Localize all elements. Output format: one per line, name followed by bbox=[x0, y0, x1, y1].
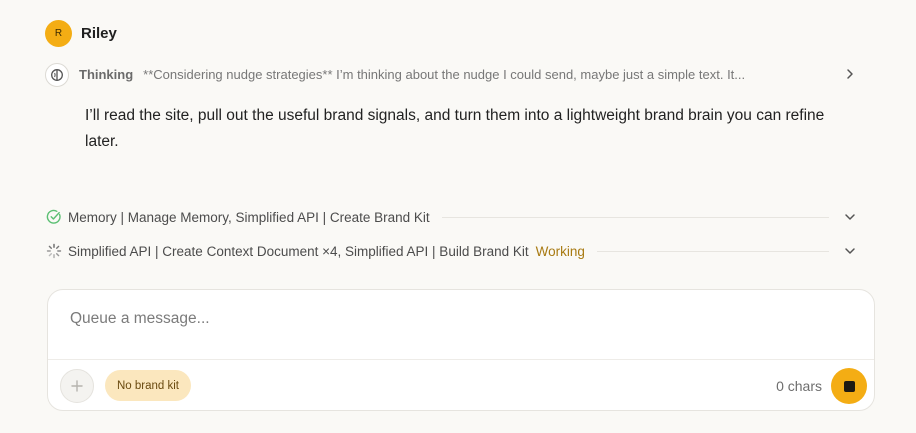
chevron-right-icon[interactable] bbox=[843, 66, 857, 87]
user-name: Riley bbox=[81, 25, 117, 42]
check-circle-icon bbox=[45, 208, 63, 226]
message-input[interactable] bbox=[70, 310, 850, 328]
stop-button[interactable] bbox=[831, 368, 867, 404]
spinner-icon bbox=[45, 242, 63, 260]
thinking-label: Thinking bbox=[79, 67, 134, 82]
status-badge: Working bbox=[535, 243, 585, 259]
tool-row-label: Simplified API | Create Context Document… bbox=[68, 243, 529, 259]
tool-row-simplified-api[interactable]: Simplified API | Create Context Document… bbox=[45, 239, 857, 263]
divider-line bbox=[48, 359, 874, 360]
stop-icon bbox=[843, 380, 855, 392]
assistant-message: I’ll read the site, pull out the useful … bbox=[85, 107, 825, 150]
avatar: R bbox=[45, 20, 72, 47]
add-button[interactable] bbox=[60, 369, 94, 403]
brain-icon bbox=[45, 62, 69, 87]
chat-page: R Riley Thinking **Considering nudge str… bbox=[0, 0, 916, 433]
brand-kit-chip[interactable]: No brand kit bbox=[105, 370, 192, 401]
tool-row-label: Memory | Manage Memory, Simplified API |… bbox=[68, 209, 430, 225]
message-composer: No brand kit 0 chars bbox=[47, 289, 875, 411]
chevron-down-icon[interactable] bbox=[843, 210, 857, 224]
thinking-preview: **Considering nudge strategies** I’m thi… bbox=[143, 67, 746, 82]
user-header: R Riley bbox=[45, 20, 117, 47]
divider-line bbox=[441, 216, 829, 218]
chevron-down-icon[interactable] bbox=[843, 244, 857, 258]
plus-icon bbox=[71, 380, 83, 392]
tool-row-memory[interactable]: Memory | Manage Memory, Simplified API |… bbox=[45, 205, 857, 229]
thinking-row[interactable]: Thinking **Considering nudge strategies*… bbox=[45, 62, 857, 87]
char-count: 0 chars bbox=[776, 378, 822, 394]
divider-line bbox=[596, 250, 829, 252]
